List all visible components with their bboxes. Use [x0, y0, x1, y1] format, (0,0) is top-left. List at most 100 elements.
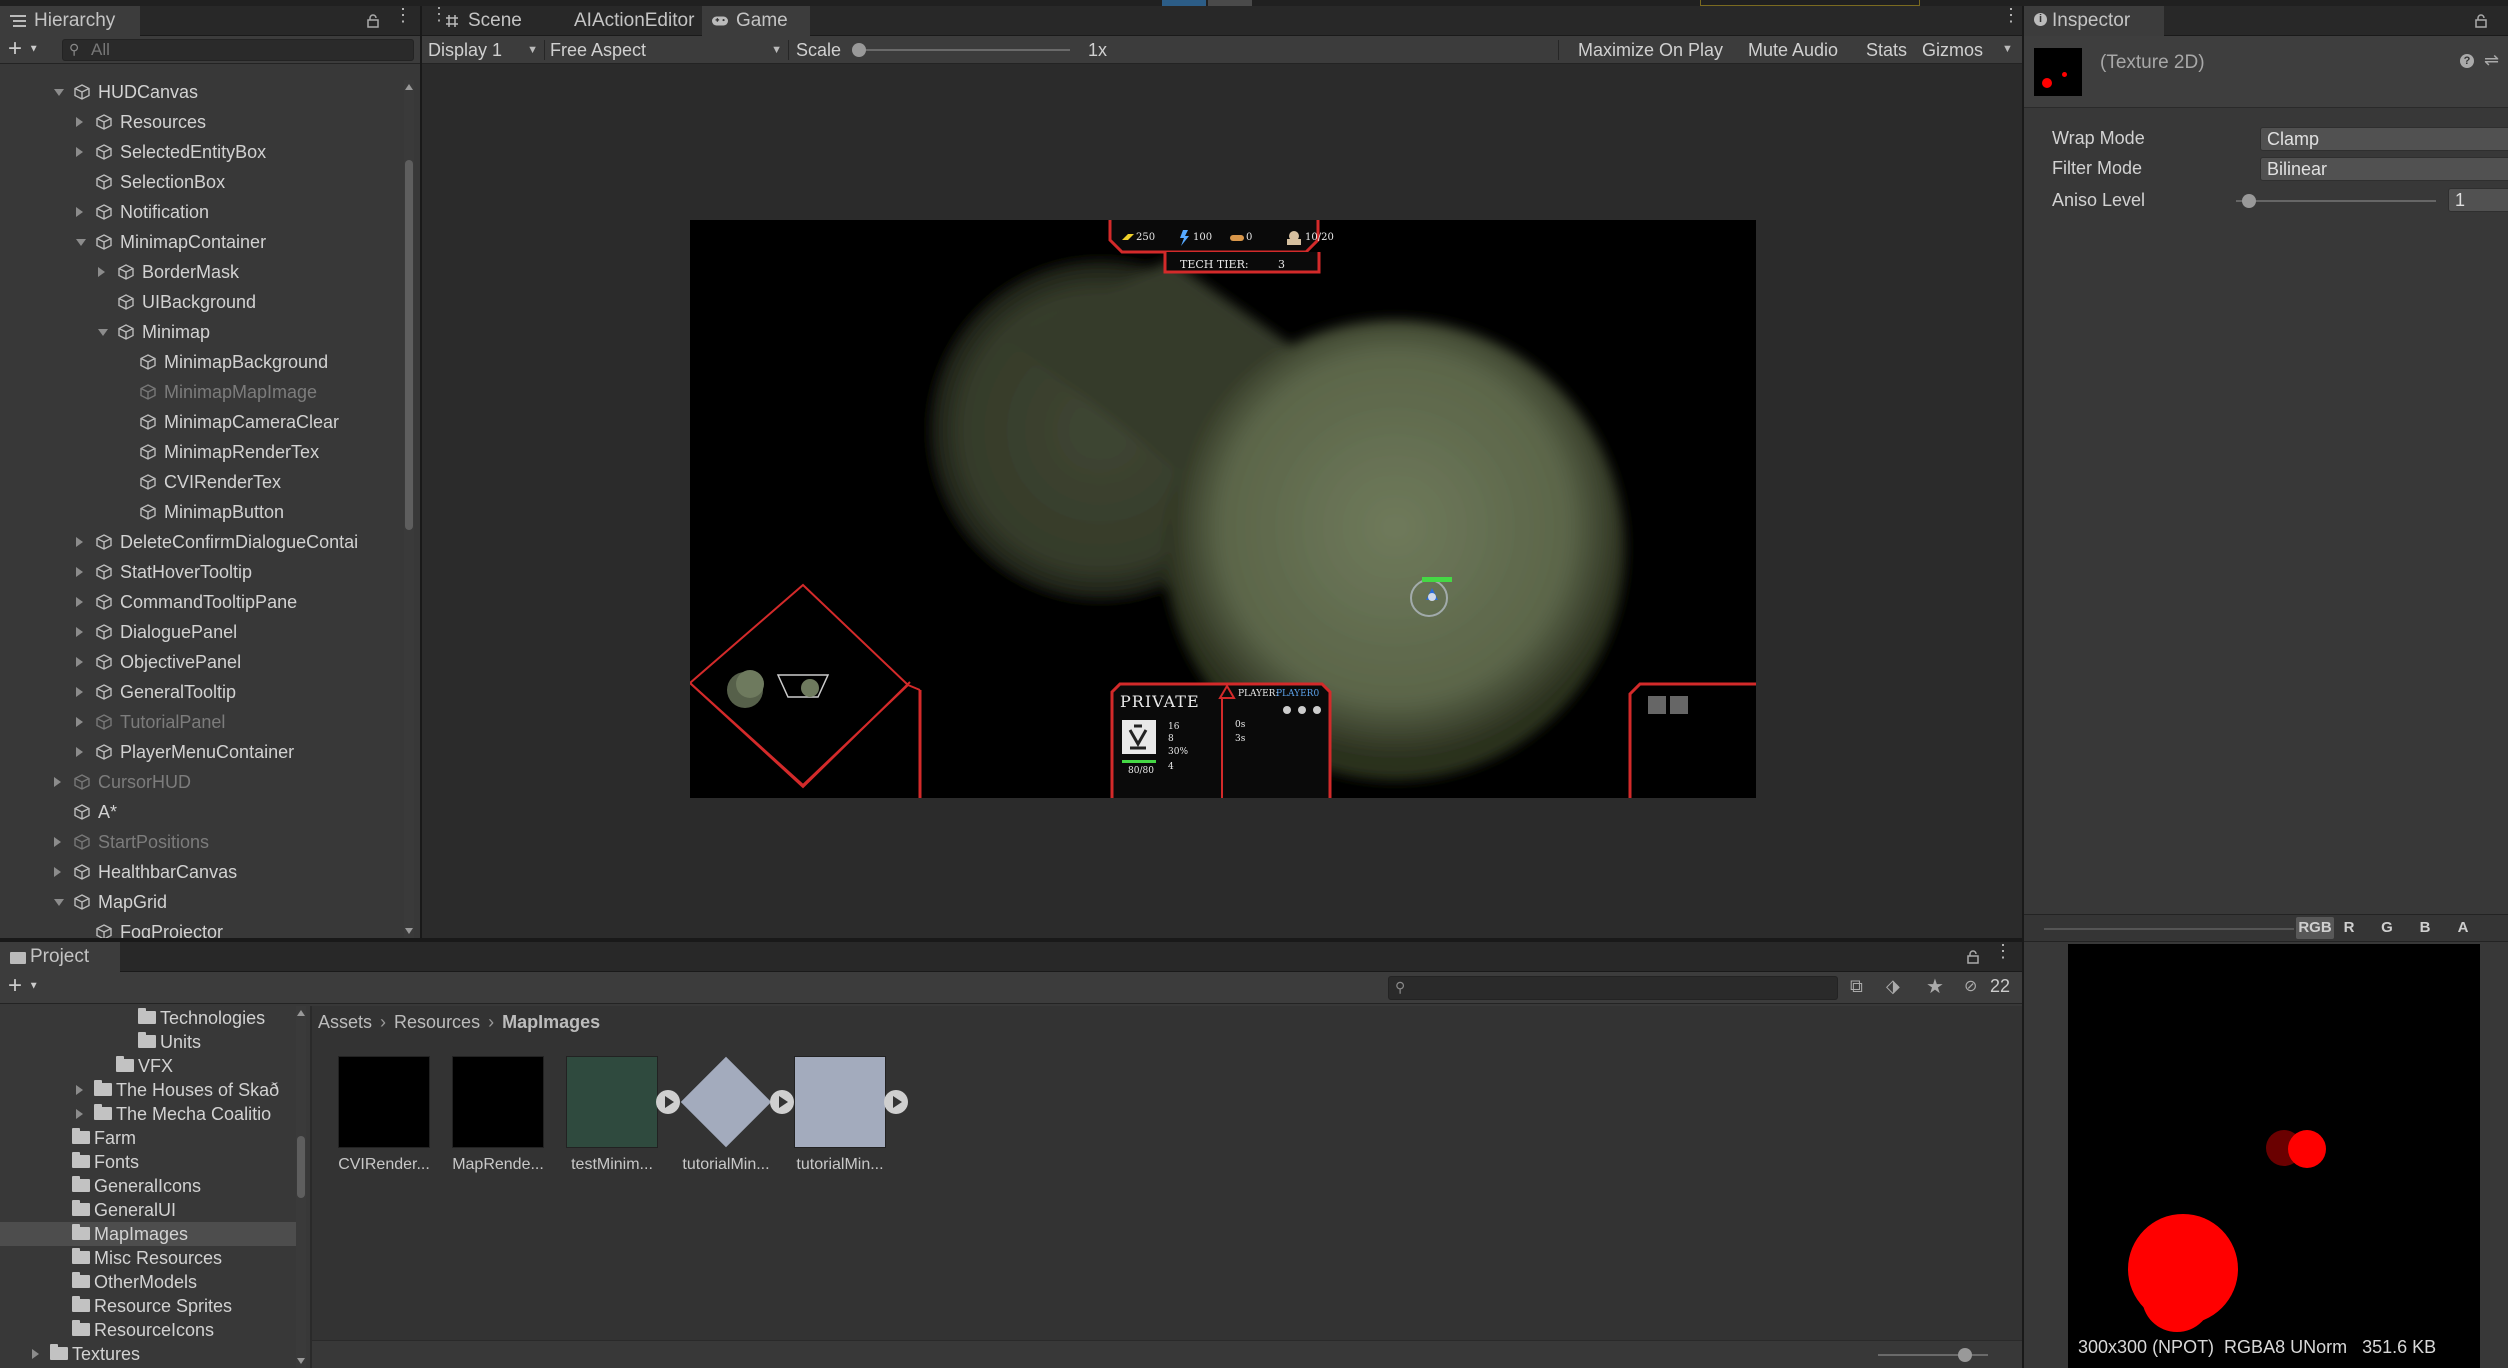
- expand-right-icon[interactable]: [76, 1085, 83, 1095]
- lock-icon[interactable]: [2474, 14, 2488, 28]
- aniso-slider-handle[interactable]: [2242, 194, 2256, 208]
- tab-hierarchy[interactable]: Hierarchy: [0, 6, 140, 36]
- project-folder-units[interactable]: Units: [0, 1030, 296, 1054]
- project-folder-generalui[interactable]: GeneralUI: [0, 1198, 296, 1222]
- project-folder-mapimages[interactable]: MapImages: [0, 1222, 296, 1246]
- project-tree-scroll-thumb[interactable]: [297, 1136, 305, 1198]
- game-kebab-icon[interactable]: ⋮: [2002, 6, 2020, 24]
- channel-g-button[interactable]: G: [2372, 917, 2402, 939]
- expand-right-icon[interactable]: [76, 537, 83, 547]
- hidden-eye-icon[interactable]: ⊘: [1964, 976, 1977, 996]
- project-search[interactable]: ⚲: [1388, 976, 1838, 1000]
- project-folder-the-houses-of-ska[interactable]: The Houses of Skað: [0, 1078, 296, 1102]
- project-folder-farm[interactable]: Farm: [0, 1126, 296, 1150]
- hierarchy-scroll-thumb[interactable]: [405, 160, 413, 530]
- hierarchy-item-selectionbox[interactable]: SelectionBox: [0, 170, 404, 194]
- hierarchy-item-minimapbutton[interactable]: MinimapButton: [0, 500, 404, 524]
- scroll-down-icon[interactable]: [297, 1358, 305, 1364]
- hierarchy-item-objectivepanel[interactable]: ObjectivePanel: [0, 650, 404, 674]
- hierarchy-item-a[interactable]: A*: [0, 800, 404, 824]
- tab-scene[interactable]: Scene: [434, 6, 546, 36]
- project-folder-misc-resources[interactable]: Misc Resources: [0, 1246, 296, 1270]
- aniso-slider-track[interactable]: [2236, 194, 2436, 208]
- hierarchy-item-stathovertooltip[interactable]: StatHoverTooltip: [0, 560, 404, 584]
- preview-drag-handle[interactable]: [2044, 928, 2294, 930]
- hierarchy-item-cvirendertex[interactable]: CVIRenderTex: [0, 470, 404, 494]
- expand-right-icon[interactable]: [98, 267, 105, 277]
- hierarchy-item-healthbarcanvas[interactable]: HealthbarCanvas: [0, 860, 404, 884]
- favorite-star-icon[interactable]: ★: [1926, 974, 1944, 999]
- hierarchy-item-hudcanvas[interactable]: HUDCanvas: [0, 80, 404, 104]
- expand-subassets-icon[interactable]: [884, 1090, 908, 1114]
- tab-project[interactable]: Project: [0, 942, 120, 972]
- settings-icon[interactable]: ⇌: [2484, 50, 2499, 71]
- project-folder-generalicons[interactable]: GeneralIcons: [0, 1174, 296, 1198]
- project-folder-resource-sprites[interactable]: Resource Sprites: [0, 1294, 296, 1318]
- project-folder-vfx[interactable]: VFX: [0, 1054, 296, 1078]
- create-button[interactable]: + ▼: [8, 36, 39, 64]
- filter-by-type-icon[interactable]: ⧉: [1850, 976, 1863, 997]
- hierarchy-item-minimapcontainer[interactable]: MinimapContainer: [0, 230, 404, 254]
- asset-item[interactable]: testMinim...: [556, 1046, 680, 1186]
- display-dropdown[interactable]: Display 1 ▼: [428, 36, 542, 64]
- asset-item[interactable]: tutorialMin...: [784, 1046, 908, 1186]
- project-folder-the-mecha-coalitio[interactable]: The Mecha Coalitio: [0, 1102, 296, 1126]
- hierarchy-item-commandtooltippane[interactable]: CommandTooltipPane: [0, 590, 404, 614]
- game-canvas[interactable]: 250 100 0 10/20 TECH TIER: 3 PRIVATE PLA…: [690, 220, 1756, 798]
- expand-down-icon[interactable]: [98, 329, 108, 336]
- scroll-up-icon[interactable]: [297, 1010, 305, 1016]
- hierarchy-item-fogprojector[interactable]: FogProjector: [0, 920, 404, 938]
- hierarchy-item-startpositions[interactable]: StartPositions: [0, 830, 404, 854]
- hierarchy-search[interactable]: ⚲ All: [62, 39, 414, 61]
- breadcrumb-item-mapimages[interactable]: MapImages: [502, 1012, 600, 1032]
- hierarchy-item-minimap[interactable]: Minimap: [0, 320, 404, 344]
- filter-mode-dropdown[interactable]: Bilinear: [2260, 157, 2508, 181]
- create-asset-button[interactable]: + ▼: [8, 972, 39, 1002]
- hierarchy-item-mapgrid[interactable]: MapGrid: [0, 890, 404, 914]
- hierarchy-item-bordermask[interactable]: BorderMask: [0, 260, 404, 284]
- expand-down-icon[interactable]: [54, 89, 64, 96]
- channel-a-button[interactable]: A: [2448, 917, 2478, 939]
- expand-down-icon[interactable]: [76, 239, 86, 246]
- hierarchy-item-minimapmapimage[interactable]: MinimapMapImage: [0, 380, 404, 404]
- expand-right-icon[interactable]: [76, 747, 83, 757]
- minimap[interactable]: [690, 583, 922, 798]
- hierarchy-item-deleteconfirmdialoguecontai[interactable]: DeleteConfirmDialogueContai: [0, 530, 404, 554]
- expand-right-icon[interactable]: [32, 1349, 39, 1359]
- thumbnail-size-handle[interactable]: [1958, 1348, 1972, 1362]
- project-folder-othermodels[interactable]: OtherModels: [0, 1270, 296, 1294]
- hierarchy-item-tutorialpanel[interactable]: TutorialPanel: [0, 710, 404, 734]
- expand-right-icon[interactable]: [54, 867, 61, 877]
- kebab-menu-icon[interactable]: ⋮: [394, 6, 412, 29]
- stats-button[interactable]: Stats: [1866, 36, 1907, 64]
- hierarchy-item-minimaprendertex[interactable]: MinimapRenderTex: [0, 440, 404, 464]
- expand-right-icon[interactable]: [76, 1109, 83, 1119]
- expand-right-icon[interactable]: [76, 207, 83, 217]
- hierarchy-item-cursorhud[interactable]: CursorHUD: [0, 770, 404, 794]
- thumbnail-size-slider[interactable]: [1878, 1348, 1988, 1362]
- asset-item[interactable]: CVIRender...: [328, 1046, 440, 1186]
- hierarchy-item-selectedentitybox[interactable]: SelectedEntityBox: [0, 140, 404, 164]
- asset-item[interactable]: MapRende...: [442, 1046, 554, 1186]
- tab-game[interactable]: Game: [702, 6, 810, 36]
- project-folder-textures[interactable]: Textures: [0, 1342, 296, 1366]
- aniso-level-field[interactable]: 1: [2448, 188, 2508, 212]
- expand-right-icon[interactable]: [76, 117, 83, 127]
- expand-right-icon[interactable]: [54, 777, 61, 787]
- channel-r-button[interactable]: R: [2334, 917, 2364, 939]
- maximize-on-play-button[interactable]: Maximize On Play: [1578, 36, 1723, 64]
- expand-down-icon[interactable]: [54, 899, 64, 906]
- scroll-down-icon[interactable]: [405, 928, 413, 934]
- gizmos-button[interactable]: Gizmos: [1922, 36, 1983, 64]
- wrap-mode-dropdown[interactable]: Clamp: [2260, 127, 2508, 151]
- expand-right-icon[interactable]: [54, 837, 61, 847]
- gizmos-dropdown-icon[interactable]: ▼: [2002, 43, 2013, 55]
- filter-by-label-icon[interactable]: ⬗: [1886, 976, 1900, 997]
- scroll-up-icon[interactable]: [405, 84, 413, 90]
- expand-right-icon[interactable]: [76, 597, 83, 607]
- expand-right-icon[interactable]: [76, 687, 83, 697]
- lock-icon[interactable]: [1966, 950, 1980, 964]
- project-folder-technologies[interactable]: Technologies: [0, 1006, 296, 1030]
- kebab-menu-icon[interactable]: ⋮: [1994, 942, 2012, 960]
- help-icon[interactable]: ?: [2460, 54, 2474, 68]
